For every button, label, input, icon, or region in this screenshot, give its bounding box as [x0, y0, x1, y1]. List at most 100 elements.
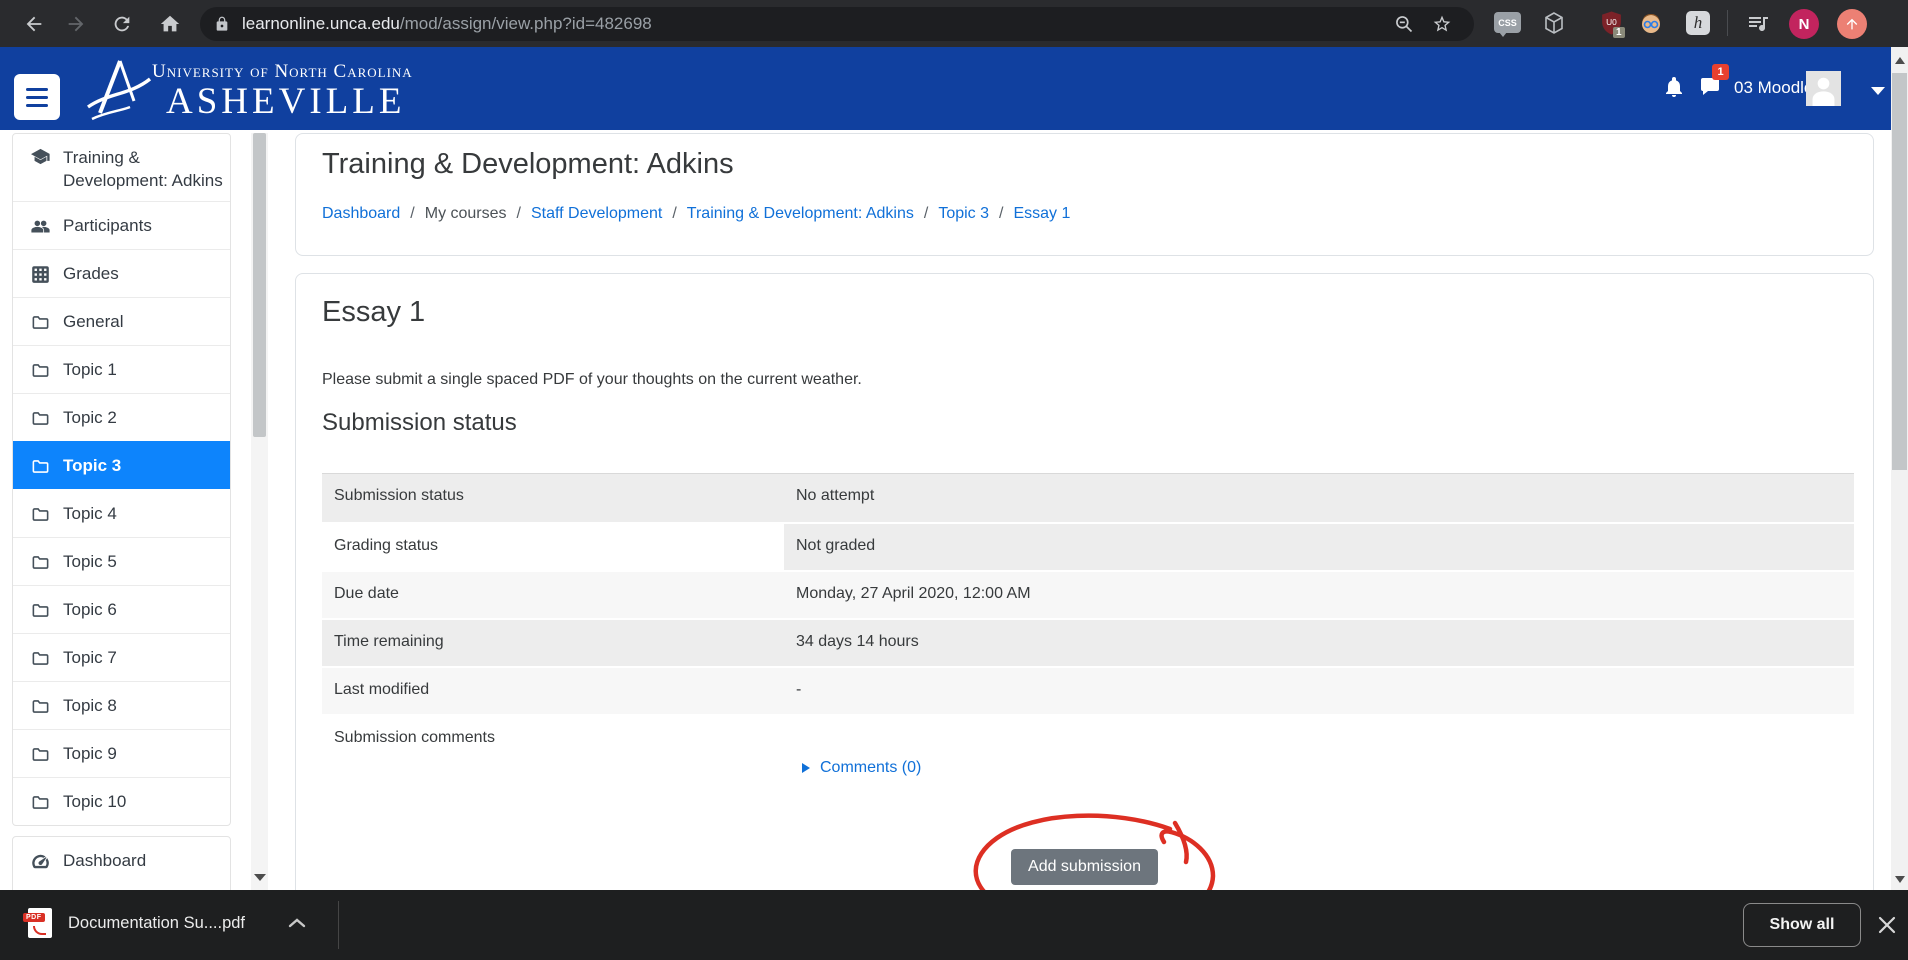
- breadcrumb-my-courses: My courses: [425, 205, 507, 223]
- extension-cube-icon[interactable]: [1542, 11, 1566, 35]
- downloads-separator: [338, 901, 339, 949]
- sidebar-scrollbar-thumb[interactable]: [253, 133, 266, 437]
- folder-icon: [31, 505, 50, 524]
- unca-logo-icon[interactable]: [86, 55, 152, 128]
- sidebar-item-label: Participants: [63, 216, 152, 236]
- row-value: No attempt: [784, 474, 1854, 522]
- hamburger-menu-button[interactable]: [14, 74, 60, 120]
- folder-icon: [31, 649, 50, 668]
- row-value: Not graded: [784, 524, 1854, 570]
- breadcrumb-topic-3[interactable]: Topic 3: [938, 205, 989, 223]
- row-value: Comments (0): [784, 716, 1854, 799]
- folder-icon: [31, 697, 50, 716]
- sidebar-item-topic-6[interactable]: Topic 6: [13, 585, 230, 633]
- browser-toolbar: learnonline.unca.edu/mod/assign/view.php…: [0, 0, 1908, 47]
- user-menu-caret-icon[interactable]: [1871, 87, 1885, 95]
- sidebar-item-label: Topic 9: [63, 744, 117, 764]
- breadcrumb-essay-1[interactable]: Essay 1: [1013, 205, 1070, 223]
- svg-text:U0: U0: [1606, 17, 1617, 27]
- row-value: -: [784, 668, 1854, 714]
- downloaded-file-name[interactable]: Documentation Su....pdf: [68, 914, 245, 933]
- extension-css-icon[interactable]: CSS: [1494, 12, 1521, 33]
- moodle-header: University of North Carolina ASHEVILLE 1…: [0, 47, 1908, 130]
- home-icon[interactable]: [157, 11, 183, 37]
- row-value: Monday, 27 April 2020, 12:00 AM: [784, 572, 1854, 618]
- sidebar-item-topic-4[interactable]: Topic 4: [13, 489, 230, 537]
- close-downloads-bar-icon[interactable]: [1875, 913, 1899, 937]
- breadcrumb: Dashboard / My courses / Staff Developme…: [322, 205, 1847, 223]
- user-avatar[interactable]: [1806, 71, 1841, 106]
- table-row: Due date Monday, 27 April 2020, 12:00 AM: [322, 570, 1854, 618]
- row-label: Time remaining: [322, 620, 784, 666]
- sidebar-item-course[interactable]: Training & Development: Adkins: [13, 134, 230, 201]
- sidebar-item-topic-3[interactable]: Topic 3: [13, 441, 230, 489]
- sidebar-item-label: Topic 2: [63, 408, 117, 428]
- sidebar-item-label: Topic 6: [63, 600, 117, 620]
- extension-avatar-icon[interactable]: [1639, 11, 1663, 35]
- breadcrumb-separator: /: [517, 205, 521, 223]
- reload-icon[interactable]: [109, 11, 135, 37]
- extension-h-icon[interactable]: h: [1686, 11, 1710, 35]
- sidebar-item-label: Topic 1: [63, 360, 117, 380]
- breadcrumb-separator: /: [999, 205, 1003, 223]
- row-label: Due date: [322, 572, 784, 618]
- comments-link[interactable]: Comments (0): [802, 759, 1842, 777]
- sidebar-item-label: Training & Development: Adkins: [63, 146, 230, 192]
- breadcrumb-separator: /: [672, 205, 676, 223]
- show-all-downloads-button[interactable]: Show all: [1743, 903, 1861, 947]
- sidebar-item-general[interactable]: General: [13, 297, 230, 345]
- pdf-file-icon[interactable]: PDF: [28, 908, 52, 938]
- address-bar[interactable]: learnonline.unca.edu/mod/assign/view.php…: [200, 7, 1474, 41]
- breadcrumb-separator: /: [410, 205, 414, 223]
- page-scrollbar-thumb[interactable]: [1892, 73, 1907, 470]
- sidebar-item-topic-9[interactable]: Topic 9: [13, 729, 230, 777]
- grades-grid-icon: [31, 265, 50, 284]
- sidebar-item-label: General: [63, 312, 123, 332]
- bookmark-star-icon[interactable]: [1430, 12, 1454, 36]
- screen: learnonline.unca.edu/mod/assign/view.php…: [0, 0, 1908, 960]
- page-scroll-down-arrow-icon[interactable]: [1895, 876, 1905, 883]
- zoom-out-icon[interactable]: [1392, 12, 1416, 36]
- sidebar-item-participants[interactable]: Participants: [13, 201, 230, 249]
- forward-icon[interactable]: [63, 11, 89, 37]
- lock-icon[interactable]: [214, 16, 230, 32]
- page-scroll-up-arrow-icon[interactable]: [1895, 57, 1905, 64]
- folder-icon: [31, 457, 50, 476]
- breadcrumb-course[interactable]: Training & Development: Adkins: [687, 205, 914, 223]
- breadcrumb-dashboard[interactable]: Dashboard: [322, 205, 400, 223]
- row-label: Submission comments: [322, 716, 784, 799]
- table-row: Submission status No attempt: [322, 474, 1854, 522]
- browser-update-icon[interactable]: [1837, 9, 1867, 39]
- extension-badge: 1: [1613, 27, 1625, 38]
- url-text: learnonline.unca.edu/mod/assign/view.php…: [242, 14, 652, 34]
- extension-shield-icon[interactable]: U0 1: [1599, 10, 1624, 36]
- messages-badge: 1: [1712, 64, 1729, 80]
- row-value: 34 days 14 hours: [784, 620, 1854, 666]
- back-icon[interactable]: [21, 11, 47, 37]
- sidebar-item-topic-1[interactable]: Topic 1: [13, 345, 230, 393]
- sidebar-item-grades[interactable]: Grades: [13, 249, 230, 297]
- sidebar-item-topic-7[interactable]: Topic 7: [13, 633, 230, 681]
- notifications-bell-icon[interactable]: [1662, 75, 1686, 99]
- sidebar-item-topic-10[interactable]: Topic 10: [13, 777, 230, 825]
- folder-icon: [31, 793, 50, 812]
- toolbar-separator: [1727, 10, 1728, 36]
- sidebar-item-topic-5[interactable]: Topic 5: [13, 537, 230, 585]
- download-menu-caret-icon[interactable]: [288, 916, 306, 934]
- sidebar-item-topic-2[interactable]: Topic 2: [13, 393, 230, 441]
- sidebar-item-dashboard[interactable]: Dashboard: [13, 837, 230, 885]
- table-row: Time remaining 34 days 14 hours: [322, 618, 1854, 666]
- breadcrumb-staff-development[interactable]: Staff Development: [531, 205, 662, 223]
- graduation-cap-icon: [31, 147, 50, 166]
- downloads-bar: PDF Documentation Su....pdf Show all: [0, 890, 1908, 960]
- dashboard-gauge-icon: [31, 852, 50, 871]
- sidebar-scroll-down-arrow-icon[interactable]: [254, 874, 266, 881]
- course-header-card: Training & Development: Adkins Dashboard…: [295, 133, 1874, 256]
- playlist-icon[interactable]: [1746, 11, 1770, 35]
- table-row: Submission comments Comments (0): [322, 714, 1854, 799]
- browser-profile-avatar[interactable]: N: [1789, 9, 1819, 39]
- sidebar-item-topic-8[interactable]: Topic 8: [13, 681, 230, 729]
- add-submission-button[interactable]: Add submission: [1011, 849, 1158, 885]
- pdf-tag-label: PDF: [23, 913, 45, 922]
- folder-icon: [31, 313, 50, 332]
